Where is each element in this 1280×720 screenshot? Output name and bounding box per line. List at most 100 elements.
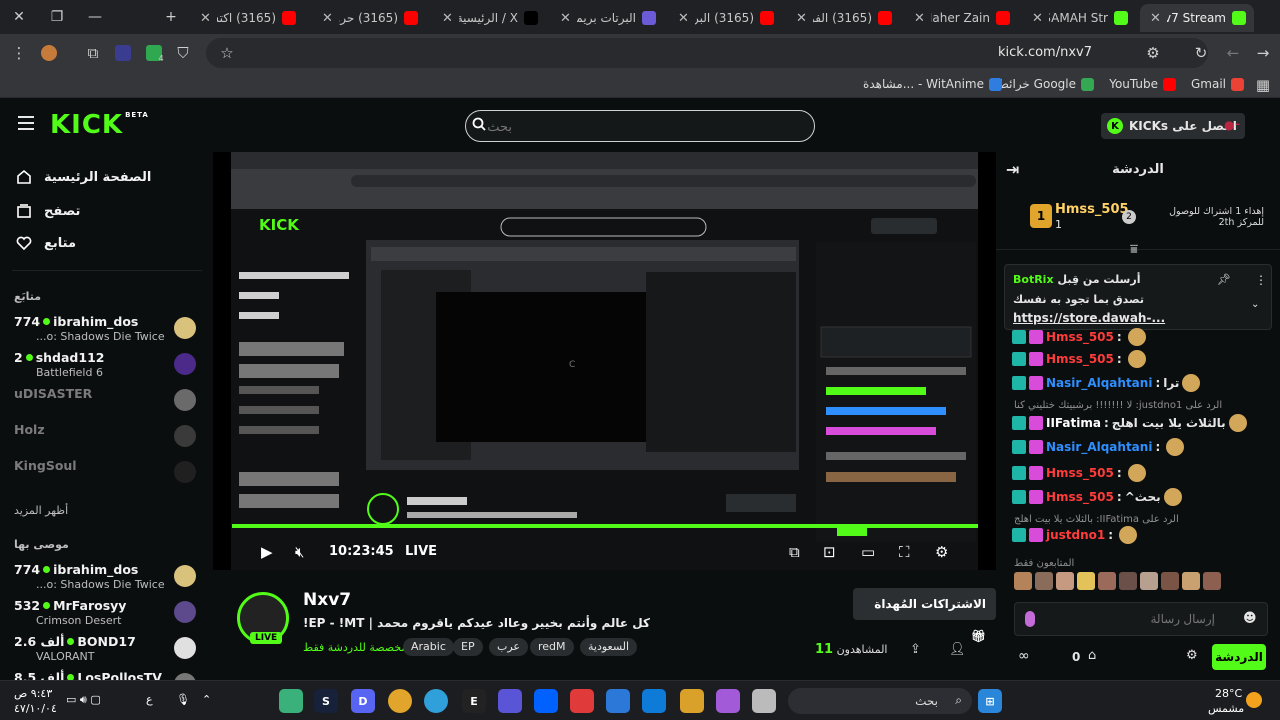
share-icon[interactable]: ⇪ bbox=[910, 642, 921, 657]
tag-arab[interactable]: عرب bbox=[489, 638, 528, 656]
copilot-icon[interactable] bbox=[716, 689, 740, 713]
close-window-icon[interactable]: ✕ bbox=[0, 0, 38, 34]
store-icon[interactable]: ⌂ bbox=[1088, 648, 1096, 663]
chat-username[interactable]: Hmss_505 bbox=[1046, 490, 1114, 504]
tab-close-icon[interactable]: ✕ bbox=[1032, 11, 1043, 26]
expand-pinned-icon[interactable]: ⌄ bbox=[1251, 299, 1259, 310]
pinned-link[interactable]: https://store.dawah-... bbox=[1013, 311, 1165, 325]
points-icon[interactable]: ∞ bbox=[1018, 648, 1030, 664]
pin-icon[interactable]: 📌︎ bbox=[1217, 273, 1231, 286]
browser-tab[interactable]: (3165) اكتشف ✕ bbox=[190, 4, 304, 32]
sidebar-channel[interactable]: 8.5 ألف LosPollosTV bbox=[14, 670, 204, 680]
play-icon[interactable]: ▶ bbox=[261, 543, 273, 561]
weather-text[interactable]: مشمس bbox=[1208, 702, 1244, 715]
live-indicator[interactable]: LIVE bbox=[405, 544, 437, 559]
tab-close-icon[interactable]: ✕ bbox=[678, 11, 689, 26]
pinned-menu-icon[interactable]: ⋮ bbox=[1255, 273, 1267, 287]
browser-menu-icon[interactable]: ⋮ bbox=[4, 34, 34, 72]
chat-message[interactable]: Nasir_Alqahtani: ترا bbox=[1012, 374, 1274, 392]
user-avatar[interactable]: ●⁃ bbox=[1224, 118, 1240, 132]
chat-username[interactable]: Hmss_505 bbox=[1046, 352, 1114, 366]
windows-start-icon[interactable]: ⊞ bbox=[978, 689, 1002, 713]
tab-close-icon[interactable]: ✕ bbox=[914, 11, 925, 26]
chat-input[interactable] bbox=[1045, 603, 1215, 635]
show-hidden-icons[interactable]: ⌃ bbox=[202, 693, 211, 706]
menu-icon[interactable] bbox=[18, 116, 34, 130]
video-player[interactable]: KICK C bbox=[213, 152, 996, 570]
language-indicator[interactable]: ع bbox=[146, 693, 153, 706]
chat-message[interactable]: Hmss_505: bbox=[1012, 328, 1274, 346]
all-bookmarks-icon[interactable]: ▦ bbox=[1248, 72, 1278, 98]
browser-tab[interactable]: Maher Zain ✕ bbox=[904, 4, 1018, 32]
emoji-icon[interactable]: ☻ bbox=[1243, 611, 1257, 626]
reload-icon[interactable]: ↻ bbox=[1186, 34, 1216, 72]
pinned-message[interactable]: 📌︎ ⋮ أرسلت من قِبل BotRix تصدق بما تجود … bbox=[1004, 264, 1272, 330]
chat-message[interactable]: Hmss_505: ^بحث bbox=[1012, 488, 1274, 506]
url-text[interactable]: kick.com/nxv7 bbox=[998, 38, 1092, 68]
mail-icon[interactable] bbox=[606, 689, 630, 713]
app-icon[interactable] bbox=[498, 689, 522, 713]
leader-name[interactable]: Hmss_505 bbox=[1055, 202, 1129, 217]
app-icon[interactable] bbox=[279, 689, 303, 713]
show-more-link[interactable]: أظهر المزيد bbox=[14, 504, 68, 517]
search-icon[interactable] bbox=[472, 117, 486, 131]
sidebar-channel[interactable]: KingSoul bbox=[14, 458, 204, 494]
chat-message[interactable]: Hmss_505: bbox=[1012, 350, 1274, 368]
store-taskbar-icon[interactable] bbox=[642, 689, 666, 713]
browser-tab[interactable]: (3165) حروف ✕ bbox=[312, 4, 426, 32]
chat-username[interactable]: IIFatima bbox=[1046, 416, 1101, 430]
progress-bar[interactable] bbox=[232, 524, 978, 528]
tab-close-icon[interactable]: ✕ bbox=[796, 11, 807, 26]
epic-games-icon[interactable]: E bbox=[462, 689, 486, 713]
follow-user-icon[interactable]: 👤︎ bbox=[949, 642, 966, 657]
tab-close-icon[interactable]: ✕ bbox=[560, 11, 571, 26]
theater-mode-icon[interactable]: ▭ bbox=[861, 543, 875, 561]
tab-close-icon[interactable]: ✕ bbox=[200, 11, 211, 26]
battery-icon[interactable]: ▭ 🔊︎ ▢ bbox=[66, 693, 101, 707]
weather-temp[interactable]: 28°C bbox=[1215, 687, 1242, 700]
mute-icon[interactable]: 🔇︎ bbox=[295, 543, 304, 561]
site-settings-icon[interactable]: ⚙ bbox=[1138, 38, 1168, 68]
browser-tab[interactable]: X / الرئيسية ✕ bbox=[432, 4, 546, 32]
sidebar-channel[interactable]: 532 MrFarosyy Crimson Desert bbox=[14, 598, 204, 634]
sidebar-channel[interactable]: 774 ibrahim_dos ...o: Shadows Die Twice bbox=[14, 562, 204, 598]
chat-username[interactable]: Hmss_505 bbox=[1046, 466, 1114, 480]
tab-close-icon[interactable]: ✕ bbox=[322, 11, 333, 26]
chat-send-button[interactable]: الدردشة bbox=[1212, 644, 1266, 670]
minimize-window-icon[interactable]: — bbox=[76, 0, 114, 34]
tab-close-icon[interactable]: ✕ bbox=[1150, 11, 1161, 26]
chat-username[interactable]: justdno1 bbox=[1046, 528, 1105, 542]
chat-username[interactable]: Nasir_Alqahtani bbox=[1046, 440, 1152, 454]
app-icon[interactable] bbox=[752, 689, 776, 713]
nav-home[interactable]: الصفحة الرئيسية bbox=[16, 166, 206, 188]
chat-message[interactable]: IIFatima: بالثلاث يلا بيت اهلج bbox=[1012, 414, 1274, 432]
chat-username[interactable]: Nasir_Alqahtani bbox=[1046, 376, 1152, 390]
picture-in-picture-icon[interactable]: ⧉ bbox=[789, 543, 800, 561]
taskbar-search[interactable]: بحث ⌕ bbox=[788, 688, 972, 714]
browser-tab[interactable]: Nxv7 Stream ✕ bbox=[1140, 4, 1254, 32]
shield-icon[interactable]: ⛉ bbox=[168, 34, 198, 72]
microphone-icon[interactable] bbox=[1025, 611, 1035, 627]
sidebar-channel[interactable]: uDISASTER bbox=[14, 386, 204, 422]
clip-icon[interactable]: ⊡ bbox=[823, 543, 836, 561]
sidebar-channel[interactable]: 2 shdad112 Battlefield 6 bbox=[14, 350, 204, 386]
tag-arabic[interactable]: Arabic bbox=[403, 638, 454, 656]
bookmark-item[interactable]: مشاهدة... - WitAnime bbox=[863, 72, 1002, 96]
extension-icon[interactable] bbox=[108, 34, 138, 72]
chat-message[interactable]: Hmss_505: bbox=[1012, 464, 1274, 482]
chat-settings-icon[interactable]: ⚙ bbox=[1186, 648, 1198, 663]
search-box[interactable] bbox=[465, 110, 815, 142]
file-explorer-icon[interactable] bbox=[680, 689, 704, 713]
extension-icon[interactable]: 4 bbox=[140, 34, 170, 72]
bookmark-item[interactable]: Gmail bbox=[1191, 72, 1244, 96]
bookmark-star-icon[interactable]: ☆ bbox=[212, 38, 242, 68]
discord-icon[interactable]: D bbox=[351, 689, 375, 713]
gifted-subs-button[interactable]: الاشتراكات المُهداة 🎁︎ bbox=[853, 588, 996, 643]
pinned-user[interactable]: BotRix bbox=[1013, 273, 1054, 286]
dropbox-icon[interactable] bbox=[534, 689, 558, 713]
scroll-down-icon[interactable]: ⩸ bbox=[1130, 242, 1138, 257]
address-bar[interactable]: ☆ kick.com/nxv7 ⚙ bbox=[206, 38, 1208, 68]
channel-name[interactable]: Nxv7 bbox=[303, 590, 351, 610]
nav-browse[interactable]: تصفح bbox=[16, 200, 206, 222]
clock-time[interactable]: ٩:٤٣ ص bbox=[14, 687, 52, 700]
